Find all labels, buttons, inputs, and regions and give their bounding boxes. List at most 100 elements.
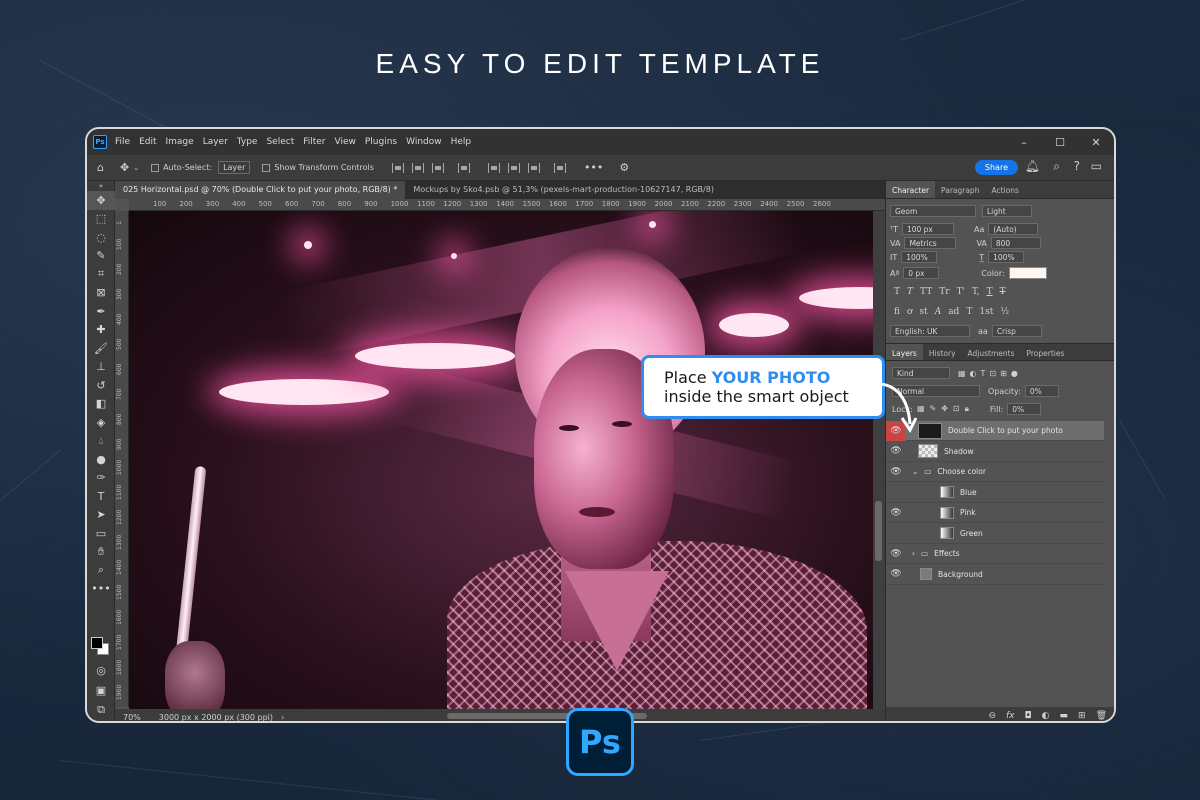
bell-icon[interactable]: 🔔︎	[1025, 159, 1040, 173]
tab-document-1[interactable]: 025 Horizontal.psd @ 70% (Double Click t…	[115, 181, 406, 199]
group-toggle-icon[interactable]: ⌄	[912, 467, 918, 476]
align-top-icon[interactable]	[487, 162, 500, 173]
eye-icon[interactable]: 👁︎	[886, 564, 906, 584]
layer-row[interactable]: 👁︎ ⌄ ▭ Choose color	[886, 462, 1104, 482]
eye-icon[interactable]: 👁︎	[886, 503, 906, 523]
lasso-tool-icon[interactable]: ◌	[87, 228, 115, 247]
foreground-color-swatch[interactable]	[91, 637, 103, 649]
move-tool-icon[interactable]: ✥	[87, 191, 115, 210]
hand-tool-icon[interactable]: ✋︎	[87, 543, 115, 562]
ordinals-button[interactable]: 1st	[979, 307, 993, 317]
brush-tool-icon[interactable]: 🖌︎	[87, 339, 115, 358]
tab-actions[interactable]: Actions	[985, 181, 1024, 198]
eraser-tool-icon[interactable]: ◧	[87, 395, 115, 414]
show-transform-checkbox[interactable]	[262, 163, 271, 172]
workspace-icon[interactable]: ▭	[1091, 159, 1102, 173]
underline-button[interactable]: T	[987, 287, 993, 297]
tab-history[interactable]: History	[923, 344, 962, 360]
fx-icon[interactable]: fx	[1006, 711, 1015, 721]
ruler-top[interactable]: 100 200 300 400 500 600 700 800 900 1000 1100 1200 1…	[129, 199, 885, 211]
marquee-tool-icon[interactable]: ⬚	[87, 210, 115, 229]
tab-adjustments[interactable]: Adjustments	[962, 344, 1021, 360]
stamp-tool-icon[interactable]: ⊥	[87, 358, 115, 377]
help-icon[interactable]: ?	[1074, 159, 1080, 173]
trash-icon[interactable]: 🗑︎	[1096, 711, 1107, 721]
paint-bucket-icon[interactable]: ◈	[87, 413, 115, 432]
share-mini-icon[interactable]: ⧉	[87, 701, 115, 720]
adjustment-icon[interactable]: ◐	[1042, 711, 1050, 721]
crop-tool-icon[interactable]: ⌗	[87, 265, 115, 284]
vertical-scrollbar[interactable]	[873, 211, 885, 709]
group-toggle-icon[interactable]: ›	[912, 549, 915, 558]
rectangle-tool-icon[interactable]: ▭	[87, 524, 115, 543]
horizontal-scale-field[interactable]: 100%	[988, 251, 1025, 263]
quick-select-tool-icon[interactable]: ✎	[87, 247, 115, 266]
zoom-tool-icon[interactable]: ⌕	[87, 561, 115, 580]
menu-select[interactable]: Select	[266, 137, 294, 147]
tracking-field[interactable]: 800	[990, 237, 1041, 249]
small-caps-button[interactable]: Tr	[939, 287, 949, 297]
ligature-button[interactable]: fi	[894, 307, 900, 317]
vertical-scroll-thumb[interactable]	[875, 501, 882, 561]
eye-icon[interactable]: 👁︎	[886, 441, 906, 461]
eyedropper-tool-icon[interactable]: ✒	[87, 302, 115, 321]
font-size-field[interactable]: 100 px	[901, 223, 954, 235]
menu-help[interactable]: Help	[451, 137, 472, 147]
tab-paragraph[interactable]: Paragraph	[935, 181, 985, 198]
auto-select-dropdown[interactable]: Layer	[218, 161, 251, 174]
leading-field[interactable]: (Auto)	[988, 223, 1039, 235]
search-icon[interactable]: ⌕	[1053, 159, 1060, 174]
link-icon[interactable]: ⊖	[988, 711, 996, 721]
eye-icon[interactable]	[886, 482, 906, 502]
document-info[interactable]: 3000 px x 2000 px (300 ppi)	[159, 713, 273, 722]
ruler-left[interactable]: 1 100 200 300 400 500 600 700 800 900 1000 1100 1200…	[115, 211, 129, 707]
minimize-button[interactable]: –	[1006, 129, 1042, 155]
tab-document-2[interactable]: Mockups by Sko4.psb @ 51,3% (pexels-mart…	[405, 181, 722, 199]
align-center-icon[interactable]	[411, 162, 424, 173]
pen-tool-icon[interactable]: ✑	[87, 469, 115, 488]
superscript-button[interactable]: T'	[957, 287, 965, 297]
align-bottom-icon[interactable]	[527, 162, 540, 173]
layer-row[interactable]: 👁︎ Pink	[886, 503, 1104, 523]
align-right-icon[interactable]	[431, 162, 444, 173]
healing-tool-icon[interactable]: ✚	[87, 321, 115, 340]
mask-icon[interactable]: ◘	[1025, 711, 1032, 721]
toolbar-collapse-icon[interactable]: »	[87, 181, 115, 191]
align-left-icon[interactable]	[391, 162, 404, 173]
antialias-dropdown[interactable]: Crisp	[991, 325, 1042, 337]
subscript-button[interactable]: T,	[972, 287, 980, 297]
stylistic-alternates-button[interactable]: ad	[948, 307, 959, 317]
tab-character[interactable]: Character	[886, 181, 936, 198]
auto-select-checkbox[interactable]	[151, 163, 160, 172]
move-icon[interactable]: ✥	[120, 161, 129, 174]
menu-type[interactable]: Type	[237, 137, 258, 147]
gear-icon[interactable]: ⚙	[619, 161, 629, 174]
lock-icon[interactable]: ▦✎✥⊡🔒︎	[917, 404, 974, 414]
tab-properties[interactable]: Properties	[1020, 344, 1070, 360]
menu-layer[interactable]: Layer	[203, 137, 228, 147]
swash-button[interactable]: A	[935, 307, 942, 317]
chevron-down-icon[interactable]: ⌄	[133, 164, 139, 172]
dodge-tool-icon[interactable]: ●	[87, 450, 115, 469]
text-color-swatch[interactable]	[1008, 267, 1047, 279]
eye-icon[interactable]	[886, 523, 906, 543]
chevron-right-icon[interactable]: ›	[281, 713, 284, 722]
menu-filter[interactable]: Filter	[303, 137, 325, 147]
path-select-icon[interactable]: ➤	[87, 506, 115, 525]
new-layer-icon[interactable]: ⊞	[1078, 711, 1086, 721]
eye-icon[interactable]: 👁︎	[886, 462, 906, 482]
share-button[interactable]: Share	[974, 160, 1018, 175]
type-tool-icon[interactable]: T	[87, 487, 115, 506]
filter-type-icons[interactable]: ▦◐T⊡⊞●	[958, 369, 1022, 378]
menu-window[interactable]: Window	[406, 137, 442, 147]
layer-row[interactable]: 👁︎ › ▭ Effects	[886, 544, 1104, 564]
frame-tool-icon[interactable]: ⊠	[87, 284, 115, 303]
layer-row[interactable]: 👁︎ Shadow	[886, 442, 1104, 462]
contextual-alternates-button[interactable]: st	[919, 307, 927, 317]
menu-file[interactable]: File	[115, 137, 130, 147]
menu-view[interactable]: View	[335, 137, 356, 147]
language-dropdown[interactable]: English: UK	[890, 325, 970, 337]
layer-row[interactable]: Blue	[886, 483, 1104, 503]
eye-icon[interactable]: 👁︎	[886, 544, 906, 564]
blur-tool-icon[interactable]: 💧︎	[87, 432, 115, 451]
